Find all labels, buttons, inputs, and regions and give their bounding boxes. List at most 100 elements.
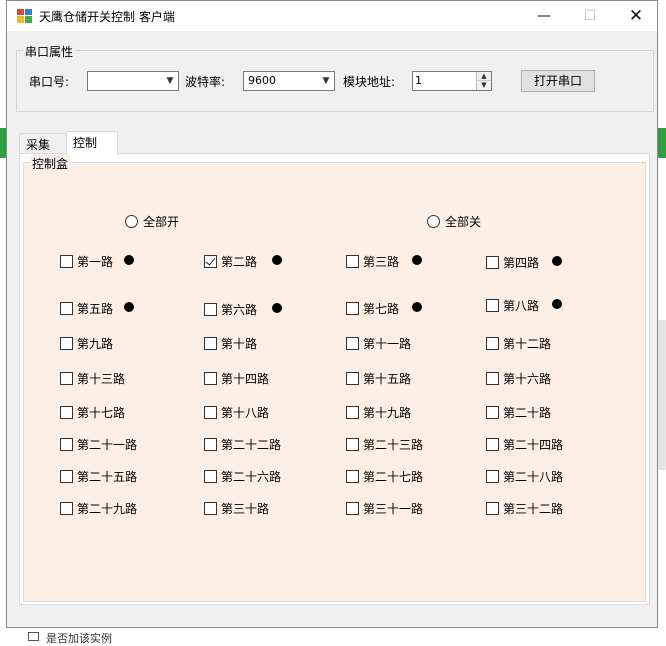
tab-collect[interactable]: 采集 (19, 133, 67, 155)
channel-checkbox[interactable]: 第二十路 (486, 404, 551, 421)
channel-checkbox[interactable]: 第二十八路 (486, 468, 563, 485)
checkbox-box (60, 406, 73, 419)
serial-group-title: 串口属性 (23, 43, 76, 60)
minimize-button[interactable]: — (521, 1, 567, 31)
status-indicator-icon (124, 302, 134, 312)
channel-label: 第七路 (363, 302, 400, 316)
all-off-radio[interactable]: 全部关 (427, 213, 481, 230)
channel-label: 第二十四路 (503, 438, 564, 452)
channel-checkbox[interactable]: 第二十五路 (60, 468, 137, 485)
control-group-title: 控制盒 (30, 155, 71, 172)
channel-checkbox[interactable]: 第三十路 (204, 500, 269, 517)
checkbox-box (346, 337, 359, 350)
checkbox-box (204, 470, 217, 483)
control-tab-page: 控制盒 全部开 全部关 第一路 第二路 第三路 第四路 第五路 第六路 第七路 第八路 第九路第… (19, 153, 650, 605)
checkbox-box (60, 337, 73, 350)
channel-checkbox[interactable]: 第十五路 (346, 370, 411, 387)
channel-checkbox[interactable]: 第二十三路 (346, 436, 423, 453)
spin-down-icon[interactable]: ▼ (476, 81, 491, 90)
channel-checkbox[interactable]: 第十六路 (486, 370, 551, 387)
channel-label: 第十八路 (221, 406, 270, 420)
checkbox-box (204, 337, 217, 350)
main-window: 天鹰仓储开关控制 客户端 — ☐ ✕ 串口属性 串口号: ▼ 波特率: 9600… (6, 0, 658, 628)
channel-checkbox[interactable]: 第二十七路 (346, 468, 423, 485)
title-bar: 天鹰仓储开关控制 客户端 — ☐ ✕ (7, 1, 657, 31)
checkbox-box (346, 372, 359, 385)
channel-checkbox[interactable]: 第十一路 (346, 335, 411, 352)
checkbox-box (486, 406, 499, 419)
window-title: 天鹰仓储开关控制 客户端 (39, 10, 175, 24)
channel-label: 第十二路 (503, 337, 552, 351)
channel-checkbox[interactable]: 第六路 (204, 301, 257, 318)
channel-checkbox[interactable]: 第二路 (204, 253, 257, 270)
checkbox-box (60, 502, 73, 515)
close-button[interactable]: ✕ (613, 1, 659, 31)
channel-checkbox[interactable]: 第三十一路 (346, 500, 423, 517)
checkbox-box (204, 502, 217, 515)
channel-checkbox[interactable]: 第三十二路 (486, 500, 563, 517)
status-indicator-icon (412, 302, 422, 312)
checkbox-box (204, 438, 217, 451)
baud-select[interactable]: 9600 ▼ (243, 71, 335, 91)
checkbox-box (346, 470, 359, 483)
checkbox-box (486, 502, 499, 515)
channel-checkbox[interactable]: 第二十一路 (60, 436, 137, 453)
channel-checkbox[interactable]: 第十四路 (204, 370, 269, 387)
channel-label: 第二十路 (503, 406, 552, 420)
status-indicator-icon (272, 255, 282, 265)
channel-checkbox[interactable]: 第四路 (486, 254, 539, 271)
checkbox-box (60, 438, 73, 451)
all-on-radio[interactable]: 全部开 (125, 213, 179, 230)
checkbox-box (204, 303, 217, 316)
spin-up-icon[interactable]: ▲ (476, 72, 491, 81)
channel-checkbox[interactable]: 第二十四路 (486, 436, 563, 453)
channel-checkbox[interactable]: 第十路 (204, 335, 257, 352)
status-indicator-icon (124, 255, 134, 265)
channel-checkbox[interactable]: 第一路 (60, 253, 113, 270)
app-icon (17, 9, 32, 23)
status-indicator-icon (272, 303, 282, 313)
channel-checkbox[interactable]: 第十二路 (486, 335, 551, 352)
radio-circle (125, 215, 138, 228)
channel-checkbox[interactable]: 第九路 (60, 335, 113, 352)
channel-label: 第二路 (221, 255, 258, 269)
baud-select-value: 9600 (248, 74, 276, 87)
open-port-button[interactable]: 打开串口 (521, 70, 595, 92)
channel-label: 第十九路 (363, 406, 412, 420)
channel-checkbox[interactable]: 第十七路 (60, 404, 125, 421)
channel-checkbox[interactable]: 第二十六路 (204, 468, 281, 485)
checkbox-box (204, 406, 217, 419)
channel-checkbox[interactable]: 第十三路 (60, 370, 125, 387)
checkbox-box (60, 302, 73, 315)
channel-label: 第十四路 (221, 372, 270, 386)
background-checkbox (28, 632, 39, 641)
checkmark-icon (204, 255, 217, 268)
channel-label: 第十一路 (363, 337, 412, 351)
channel-checkbox[interactable]: 第七路 (346, 300, 399, 317)
all-on-label: 全部开 (143, 215, 180, 229)
chevron-down-icon: ▼ (166, 76, 174, 86)
channel-checkbox[interactable]: 第十九路 (346, 404, 411, 421)
baud-label: 波特率: (185, 75, 226, 89)
channel-label: 第五路 (77, 302, 114, 316)
checkbox-box (204, 372, 217, 385)
checkbox-box (486, 372, 499, 385)
chevron-down-icon: ▼ (322, 76, 330, 86)
channel-label: 第六路 (221, 303, 258, 317)
channel-label: 第二十一路 (77, 438, 138, 452)
checkbox-box (486, 470, 499, 483)
maximize-button[interactable]: ☐ (567, 1, 613, 31)
address-stepper[interactable]: 1 ▲ ▼ (412, 71, 492, 91)
tab-control[interactable]: 控制 (66, 131, 118, 155)
channel-checkbox[interactable]: 第十八路 (204, 404, 269, 421)
address-label: 模块地址: (343, 75, 396, 89)
channel-checkbox[interactable]: 第八路 (486, 297, 539, 314)
channel-label: 第二十八路 (503, 470, 564, 484)
channel-checkbox[interactable]: 第五路 (60, 300, 113, 317)
channel-checkbox[interactable]: 第二十二路 (204, 436, 281, 453)
channel-label: 第八路 (503, 299, 540, 313)
port-select[interactable]: ▼ (87, 71, 179, 91)
channel-checkbox[interactable]: 第三路 (346, 253, 399, 270)
channel-label: 第十路 (221, 337, 258, 351)
channel-checkbox[interactable]: 第二十九路 (60, 500, 137, 517)
